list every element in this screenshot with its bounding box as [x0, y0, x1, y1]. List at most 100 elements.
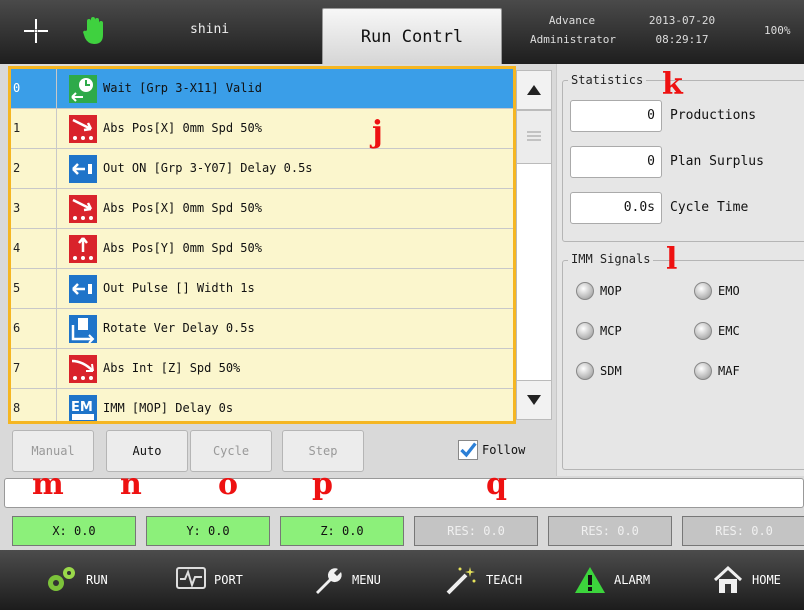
- annotation-l: l: [666, 242, 678, 277]
- cycle-time-value: 0.0s: [570, 192, 662, 224]
- signal-label: EMO: [718, 284, 740, 298]
- signal-label: MCP: [600, 324, 622, 338]
- program-row[interactable]: 0 Wait [Grp 3-X11] Valid: [11, 69, 513, 109]
- row-instruction: IMM [MOP] Delay 0s: [103, 401, 234, 415]
- tab-run-control[interactable]: Run Contrl: [322, 8, 502, 64]
- scroll-thumb[interactable]: [516, 110, 552, 164]
- nav-port-label: PORT: [214, 573, 243, 587]
- interp-icon: [69, 355, 97, 383]
- hand-icon[interactable]: [78, 14, 110, 48]
- move-y-icon: [69, 235, 97, 263]
- signal-label: MOP: [600, 284, 622, 298]
- signal-sdm: SDM: [576, 362, 622, 380]
- row-instruction: Out Pulse [] Width 1s: [103, 281, 255, 295]
- row-instruction: Abs Pos[X] 0mm Spd 50%: [103, 121, 262, 135]
- auto-button[interactable]: Auto: [106, 430, 188, 472]
- axis-x-status: X: 0.0: [12, 516, 136, 546]
- user-level-type: Advance: [548, 14, 596, 27]
- program-row[interactable]: 8 EM IMM [MOP] Delay 0s: [11, 389, 513, 421]
- axis-z-status: Z: 0.0: [280, 516, 404, 546]
- signal-label: MAF: [718, 364, 740, 378]
- gears-icon: [48, 567, 75, 591]
- rotate-icon: [69, 315, 97, 343]
- plan-surplus-label: Plan Surplus: [670, 154, 764, 169]
- nav-port[interactable]: PORT: [176, 550, 243, 610]
- user-level-name: Administrator: [529, 33, 617, 46]
- row-instruction: Rotate Ver Delay 0.5s: [103, 321, 255, 335]
- signal-maf: MAF: [694, 362, 740, 380]
- scroll-up-button[interactable]: [516, 70, 552, 110]
- nav-menu-label: MENU: [352, 573, 381, 587]
- signal-mop: MOP: [576, 282, 622, 300]
- signal-emc: EMC: [694, 322, 740, 340]
- row-instruction: Abs Pos[Y] 0mm Spd 50%: [103, 241, 262, 255]
- annotation-m: m: [32, 467, 64, 502]
- axis-y-status: Y: 0.0: [146, 516, 270, 546]
- date-display: 2013-07-20: [648, 14, 716, 27]
- signal-emo: EMO: [694, 282, 740, 300]
- annotation-n: n: [120, 467, 142, 502]
- magic-wand-icon: [446, 567, 476, 595]
- arrow-down-icon: [527, 395, 541, 405]
- row-number: 1: [11, 109, 57, 148]
- nav-alarm[interactable]: ALARM: [574, 550, 650, 610]
- program-row[interactable]: 6 Rotate Ver Delay 0.5s: [11, 309, 513, 349]
- signal-label: SDM: [600, 364, 622, 378]
- row-number: 4: [11, 229, 57, 268]
- axis-res1-status: RES: 0.0: [414, 516, 538, 546]
- imm-icon: EM: [69, 395, 97, 421]
- program-list: 0 Wait [Grp 3-X11] Valid 1 Abs Pos[X] 0mm S…: [8, 66, 516, 424]
- annotation-j: j: [372, 115, 383, 150]
- output-icon: [69, 275, 97, 303]
- axis-res2-status: RES: 0.0: [548, 516, 672, 546]
- nav-menu[interactable]: MENU: [312, 550, 381, 610]
- output-icon: [69, 155, 97, 183]
- plan-surplus-value: 0: [570, 146, 662, 178]
- step-button[interactable]: Step: [282, 430, 364, 472]
- user-name: shini: [190, 22, 230, 37]
- crosshair-icon[interactable]: [20, 14, 52, 48]
- imm-signals-title: IMM Signals: [568, 252, 654, 266]
- signal-lamp-icon: [694, 282, 712, 300]
- productions-label: Productions: [670, 108, 757, 123]
- nav-run[interactable]: RUN: [44, 550, 108, 610]
- row-number: 6: [11, 309, 57, 348]
- checkmark-icon[interactable]: [458, 440, 478, 460]
- signal-lamp-icon: [576, 362, 594, 380]
- program-row[interactable]: 1 Abs Pos[X] 0mm Spd 50%: [11, 109, 513, 149]
- row-number: 2: [11, 149, 57, 188]
- annotation-o: o: [218, 467, 239, 502]
- grip-icon: [527, 131, 541, 141]
- header-bar: shini Run Contrl Advance Administrator 2…: [0, 0, 804, 64]
- cycle-time-label: Cycle Time: [670, 200, 749, 215]
- nav-home[interactable]: HOME: [712, 550, 781, 610]
- cycle-button[interactable]: Cycle: [190, 430, 272, 472]
- signal-lamp-icon: [694, 322, 712, 340]
- program-row[interactable]: 5 Out Pulse [] Width 1s: [11, 269, 513, 309]
- nav-alarm-label: ALARM: [614, 573, 651, 587]
- nav-teach[interactable]: TEACH: [444, 550, 522, 610]
- program-row[interactable]: 2 Out ON [Grp 3-Y07] Delay 0.5s: [11, 149, 513, 189]
- home-icon: [713, 565, 743, 593]
- program-row[interactable]: 7 Abs Int [Z] Spd 50%: [11, 349, 513, 389]
- row-number: 3: [11, 189, 57, 228]
- scroll-down-button[interactable]: [516, 380, 552, 420]
- signal-lamp-icon: [576, 322, 594, 340]
- row-number: 8: [11, 389, 57, 421]
- wrench-icon: [316, 568, 342, 594]
- svg-text:EM: EM: [71, 400, 93, 415]
- row-number: 7: [11, 349, 57, 388]
- nav-run-label: RUN: [86, 573, 108, 587]
- row-number: 0: [11, 69, 57, 108]
- battery-display: 100%: [764, 24, 791, 37]
- program-row[interactable]: 4 Abs Pos[Y] 0mm Spd 50%: [11, 229, 513, 269]
- program-row[interactable]: 3 Abs Pos[X] 0mm Spd 50%: [11, 189, 513, 229]
- annotation-k: k: [662, 67, 683, 102]
- manual-button[interactable]: Manual: [12, 430, 94, 472]
- row-instruction: Abs Pos[X] 0mm Spd 50%: [103, 201, 262, 215]
- follow-checkbox[interactable]: Follow: [458, 440, 525, 460]
- axis-res3-status: RES: 0.0: [682, 516, 804, 546]
- warning-icon: [575, 567, 605, 593]
- follow-label: Follow: [482, 443, 526, 457]
- monitor-icon: [176, 567, 206, 589]
